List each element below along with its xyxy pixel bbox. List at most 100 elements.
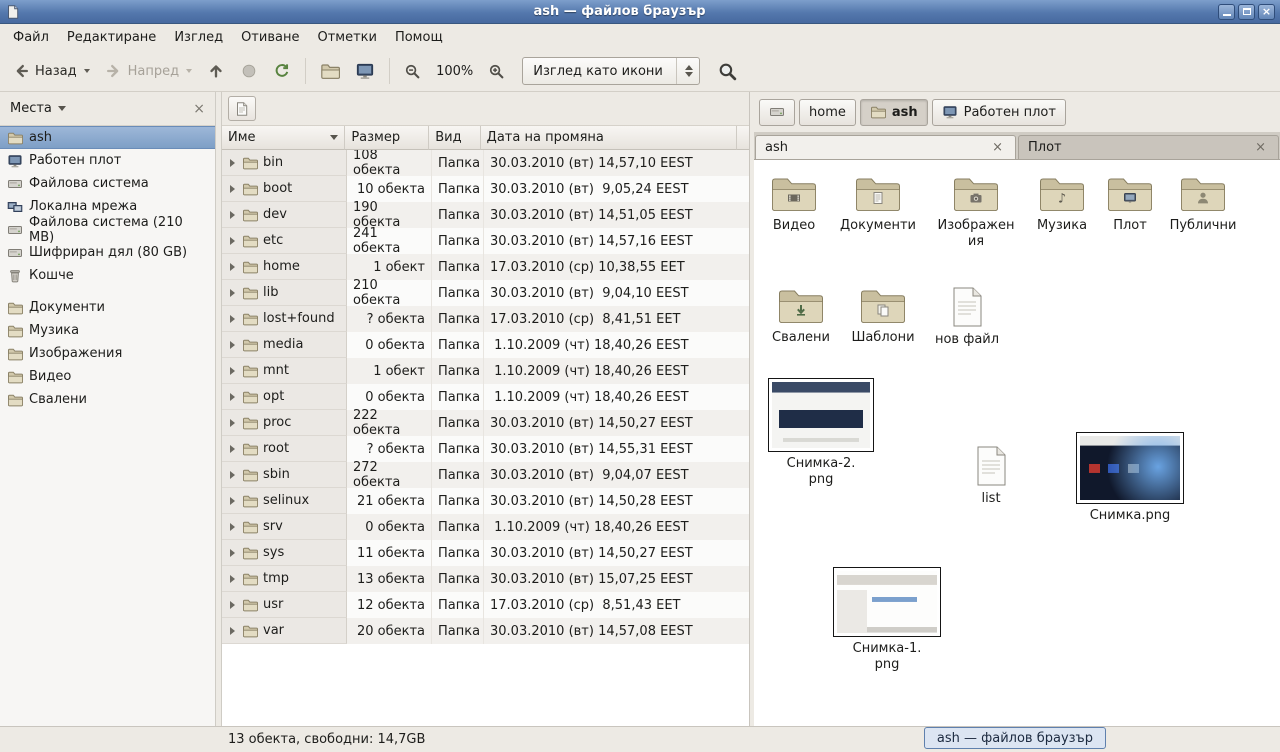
sidebar-item[interactable]: Изображения: [0, 342, 215, 365]
tasklist-window-button[interactable]: ash — файлов браузър: [924, 727, 1106, 749]
menu-item[interactable]: Файл: [4, 26, 58, 49]
back-button[interactable]: Назад: [6, 58, 96, 84]
menu-item[interactable]: Отиване: [232, 26, 308, 49]
expander-icon[interactable]: [230, 263, 235, 271]
expander-icon[interactable]: [230, 445, 235, 453]
stop-button[interactable]: [234, 58, 264, 84]
path-button[interactable]: [759, 99, 795, 126]
sidebar-item[interactable]: Кошче: [0, 264, 215, 287]
column-header[interactable]: Име: [222, 126, 345, 150]
titlebar[interactable]: ash — файлов браузър ×: [0, 0, 1280, 24]
sidebar-item[interactable]: Документи: [0, 296, 215, 319]
table-row[interactable]: lib210 обектаПапка30.03.2010 (вт) 9,04,1…: [222, 280, 749, 306]
icon-view-item[interactable]: нов файл: [929, 286, 1005, 348]
table-row[interactable]: proc222 обектаПапка30.03.2010 (вт) 14,50…: [222, 410, 749, 436]
menu-item[interactable]: Отметки: [308, 26, 385, 49]
icon-view-item[interactable]: Видео: [754, 174, 834, 234]
expander-icon[interactable]: [230, 497, 235, 505]
sidebar-item[interactable]: ash: [0, 126, 215, 149]
menu-item[interactable]: Помощ: [386, 26, 452, 49]
table-row[interactable]: dev190 обектаПапка30.03.2010 (вт) 14,51,…: [222, 202, 749, 228]
tab[interactable]: Плот×: [1018, 135, 1279, 159]
minimize-button[interactable]: [1218, 4, 1235, 20]
sidebar-dropdown-icon[interactable]: [58, 106, 66, 111]
table-row[interactable]: home1 обектПапка17.03.2010 (ср) 10,38,55…: [222, 254, 749, 280]
table-row[interactable]: opt0 обектаПапка 1.10.2009 (чт) 18,40,26…: [222, 384, 749, 410]
table-row[interactable]: mnt1 обектПапка 1.10.2009 (чт) 18,40,26 …: [222, 358, 749, 384]
expander-icon[interactable]: [230, 315, 235, 323]
menu-item[interactable]: Изглед: [165, 26, 232, 49]
zoom-out-button[interactable]: [398, 59, 427, 84]
table-row[interactable]: sbin272 обектаПапка30.03.2010 (вт) 9,04,…: [222, 462, 749, 488]
icon-view-item[interactable]: Снимка-1. png: [835, 567, 939, 672]
sidebar-item[interactable]: Шифриран дял (80 GB): [0, 241, 215, 264]
table-row[interactable]: etc241 обектаПапка30.03.2010 (вт) 14,57,…: [222, 228, 749, 254]
sidebar-item[interactable]: Видео: [0, 365, 215, 388]
expander-icon[interactable]: [230, 471, 235, 479]
icon-view-item[interactable]: Документи: [836, 174, 920, 234]
pane-splitter[interactable]: [215, 92, 222, 726]
expander-icon[interactable]: [230, 523, 235, 531]
column-header[interactable]: Дата на промяна: [481, 126, 737, 150]
table-row[interactable]: sys11 обектаПапка30.03.2010 (вт) 14,50,2…: [222, 540, 749, 566]
expander-icon[interactable]: [230, 289, 235, 297]
menu-item[interactable]: Редактиране: [58, 26, 165, 49]
search-button[interactable]: [711, 57, 744, 86]
table-row[interactable]: root? обектаПапка30.03.2010 (вт) 14,55,3…: [222, 436, 749, 462]
column-header[interactable]: Вид: [429, 126, 480, 150]
tab[interactable]: ash×: [755, 135, 1016, 159]
column-header[interactable]: Размер: [345, 126, 429, 150]
expander-icon[interactable]: [230, 627, 235, 635]
path-button[interactable]: ash: [860, 99, 928, 126]
computer-button[interactable]: [349, 57, 381, 85]
sidebar-title[interactable]: Места: [10, 101, 52, 116]
home-button[interactable]: [314, 57, 346, 85]
tab-close-icon[interactable]: ×: [1252, 141, 1269, 154]
table-row[interactable]: lost+found? обектаПапка17.03.2010 (ср) 8…: [222, 306, 749, 332]
icon-view-item[interactable]: Свалени: [761, 286, 841, 346]
table-row[interactable]: srv0 обектаПапка 1.10.2009 (чт) 18,40,26…: [222, 514, 749, 540]
reload-button[interactable]: [267, 58, 297, 84]
zoom-in-button[interactable]: [482, 59, 511, 84]
path-button[interactable]: home: [799, 99, 856, 126]
close-button[interactable]: ×: [1258, 4, 1275, 20]
icon-view-item[interactable]: Шаблони: [843, 286, 923, 346]
table-row[interactable]: usr12 обектаПапка17.03.2010 (ср) 8,51,43…: [222, 592, 749, 618]
sidebar-close-icon[interactable]: ×: [193, 102, 205, 116]
icon-view-item[interactable]: ♪Музика: [1024, 174, 1100, 234]
expander-icon[interactable]: [230, 367, 235, 375]
tab-close-icon[interactable]: ×: [989, 141, 1006, 154]
forward-button[interactable]: Напред: [99, 58, 198, 84]
toggle-location-button[interactable]: [228, 96, 256, 121]
expander-icon[interactable]: [230, 549, 235, 557]
icon-view-item[interactable]: Плот: [1098, 174, 1162, 234]
maximize-button[interactable]: [1238, 4, 1255, 20]
table-row[interactable]: media0 обектаПапка 1.10.2009 (чт) 18,40,…: [222, 332, 749, 358]
sidebar-item[interactable]: Музика: [0, 319, 215, 342]
sidebar-item[interactable]: Файлова система: [0, 172, 215, 195]
expander-icon[interactable]: [230, 575, 235, 583]
table-row[interactable]: tmp13 обектаПапка30.03.2010 (вт) 15,07,2…: [222, 566, 749, 592]
sidebar-item[interactable]: Файлова система (210 MB): [0, 218, 215, 241]
sidebar-item[interactable]: Работен плот: [0, 149, 215, 172]
table-row[interactable]: bin108 обектаПапка30.03.2010 (вт) 14,57,…: [222, 150, 749, 176]
expander-icon[interactable]: [230, 159, 235, 167]
table-row[interactable]: selinux21 обектаПапка30.03.2010 (вт) 14,…: [222, 488, 749, 514]
expander-icon[interactable]: [230, 237, 235, 245]
expander-icon[interactable]: [230, 601, 235, 609]
icon-view-item[interactable]: Снимка-2. png: [769, 378, 873, 487]
icon-view-item[interactable]: Изображен ия: [932, 174, 1020, 249]
expander-icon[interactable]: [230, 211, 235, 219]
expander-icon[interactable]: [230, 393, 235, 401]
expander-icon[interactable]: [230, 185, 235, 193]
path-button[interactable]: Работен плот: [932, 99, 1066, 126]
expander-icon[interactable]: [230, 419, 235, 427]
sidebar-item[interactable]: Свалени: [0, 388, 215, 411]
expander-icon[interactable]: [230, 341, 235, 349]
icon-view-item[interactable]: list: [959, 445, 1023, 507]
icon-view-item[interactable]: Публични: [1165, 174, 1241, 234]
table-row[interactable]: var20 обектаПапка30.03.2010 (вт) 14,57,0…: [222, 618, 749, 644]
icon-view-item[interactable]: Снимка.png: [1077, 432, 1183, 524]
icon-view[interactable]: ВидеоДокументиИзображен ия♪МузикаПлотПуб…: [754, 160, 1280, 726]
view-mode-select[interactable]: Изглед като икони: [522, 57, 700, 85]
